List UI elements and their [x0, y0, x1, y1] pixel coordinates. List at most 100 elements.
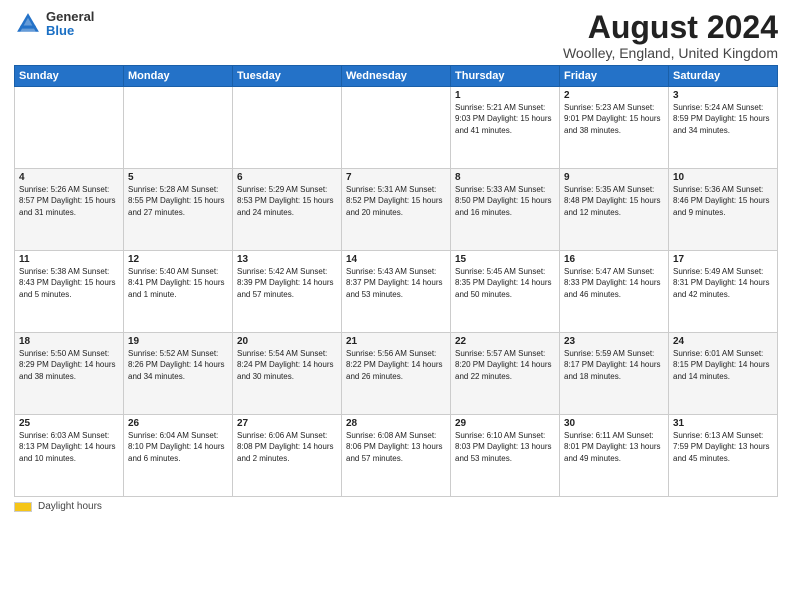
calendar-row-2: 11Sunrise: 5:38 AM Sunset: 8:43 PM Dayli…: [15, 251, 778, 333]
day-info: Sunrise: 5:36 AM Sunset: 8:46 PM Dayligh…: [673, 184, 773, 218]
calendar-cell: 18Sunrise: 5:50 AM Sunset: 8:29 PM Dayli…: [15, 333, 124, 415]
calendar-cell: [342, 87, 451, 169]
day-info: Sunrise: 5:29 AM Sunset: 8:53 PM Dayligh…: [237, 184, 337, 218]
day-info: Sunrise: 6:03 AM Sunset: 8:13 PM Dayligh…: [19, 430, 119, 464]
day-number: 14: [346, 254, 446, 265]
calendar-cell: [124, 87, 233, 169]
logo-blue: Blue: [46, 24, 94, 38]
calendar-cell: 25Sunrise: 6:03 AM Sunset: 8:13 PM Dayli…: [15, 415, 124, 497]
day-info: Sunrise: 6:13 AM Sunset: 7:59 PM Dayligh…: [673, 430, 773, 464]
day-number: 24: [673, 336, 773, 347]
day-header-thursday: Thursday: [451, 66, 560, 87]
day-number: 26: [128, 418, 228, 429]
day-info: Sunrise: 6:08 AM Sunset: 8:06 PM Dayligh…: [346, 430, 446, 464]
day-number: 16: [564, 254, 664, 265]
day-number: 3: [673, 90, 773, 101]
calendar-cell: 31Sunrise: 6:13 AM Sunset: 7:59 PM Dayli…: [669, 415, 778, 497]
daylight-label: Daylight hours: [38, 501, 102, 512]
day-number: 18: [19, 336, 119, 347]
calendar-cell: 4Sunrise: 5:26 AM Sunset: 8:57 PM Daylig…: [15, 169, 124, 251]
calendar-cell: 12Sunrise: 5:40 AM Sunset: 8:41 PM Dayli…: [124, 251, 233, 333]
day-number: 10: [673, 172, 773, 183]
day-header-sunday: Sunday: [15, 66, 124, 87]
calendar-row-1: 4Sunrise: 5:26 AM Sunset: 8:57 PM Daylig…: [15, 169, 778, 251]
day-info: Sunrise: 5:28 AM Sunset: 8:55 PM Dayligh…: [128, 184, 228, 218]
day-info: Sunrise: 5:52 AM Sunset: 8:26 PM Dayligh…: [128, 348, 228, 382]
page: General Blue August 2024 Woolley, Englan…: [0, 0, 792, 612]
day-number: 31: [673, 418, 773, 429]
calendar-cell: [233, 87, 342, 169]
calendar-row-4: 25Sunrise: 6:03 AM Sunset: 8:13 PM Dayli…: [15, 415, 778, 497]
day-info: Sunrise: 6:06 AM Sunset: 8:08 PM Dayligh…: [237, 430, 337, 464]
day-header-wednesday: Wednesday: [342, 66, 451, 87]
day-info: Sunrise: 5:56 AM Sunset: 8:22 PM Dayligh…: [346, 348, 446, 382]
calendar-cell: 21Sunrise: 5:56 AM Sunset: 8:22 PM Dayli…: [342, 333, 451, 415]
day-number: 25: [19, 418, 119, 429]
day-number: 7: [346, 172, 446, 183]
logo: General Blue: [14, 10, 94, 39]
day-info: Sunrise: 5:31 AM Sunset: 8:52 PM Dayligh…: [346, 184, 446, 218]
calendar-cell: 28Sunrise: 6:08 AM Sunset: 8:06 PM Dayli…: [342, 415, 451, 497]
day-number: 8: [455, 172, 555, 183]
day-number: 19: [128, 336, 228, 347]
calendar-row-3: 18Sunrise: 5:50 AM Sunset: 8:29 PM Dayli…: [15, 333, 778, 415]
day-number: 30: [564, 418, 664, 429]
day-number: 28: [346, 418, 446, 429]
day-header-friday: Friday: [560, 66, 669, 87]
day-number: 29: [455, 418, 555, 429]
calendar-cell: 3Sunrise: 5:24 AM Sunset: 8:59 PM Daylig…: [669, 87, 778, 169]
day-header-monday: Monday: [124, 66, 233, 87]
day-info: Sunrise: 6:10 AM Sunset: 8:03 PM Dayligh…: [455, 430, 555, 464]
logo-icon: [14, 10, 42, 38]
day-number: 2: [564, 90, 664, 101]
calendar-cell: 9Sunrise: 5:35 AM Sunset: 8:48 PM Daylig…: [560, 169, 669, 251]
calendar-cell: 6Sunrise: 5:29 AM Sunset: 8:53 PM Daylig…: [233, 169, 342, 251]
day-number: 15: [455, 254, 555, 265]
subtitle: Woolley, England, United Kingdom: [563, 45, 778, 61]
calendar-cell: 2Sunrise: 5:23 AM Sunset: 9:01 PM Daylig…: [560, 87, 669, 169]
day-header-tuesday: Tuesday: [233, 66, 342, 87]
footer: Daylight hours: [14, 501, 778, 512]
day-number: 21: [346, 336, 446, 347]
calendar-table: SundayMondayTuesdayWednesdayThursdayFrid…: [14, 65, 778, 497]
title-section: August 2024 Woolley, England, United Kin…: [563, 10, 778, 61]
calendar-cell: 29Sunrise: 6:10 AM Sunset: 8:03 PM Dayli…: [451, 415, 560, 497]
day-info: Sunrise: 6:04 AM Sunset: 8:10 PM Dayligh…: [128, 430, 228, 464]
day-number: 17: [673, 254, 773, 265]
day-info: Sunrise: 6:01 AM Sunset: 8:15 PM Dayligh…: [673, 348, 773, 382]
calendar-cell: 13Sunrise: 5:42 AM Sunset: 8:39 PM Dayli…: [233, 251, 342, 333]
day-info: Sunrise: 5:21 AM Sunset: 9:03 PM Dayligh…: [455, 102, 555, 136]
calendar-row-0: 1Sunrise: 5:21 AM Sunset: 9:03 PM Daylig…: [15, 87, 778, 169]
day-info: Sunrise: 5:23 AM Sunset: 9:01 PM Dayligh…: [564, 102, 664, 136]
day-number: 13: [237, 254, 337, 265]
day-info: Sunrise: 5:47 AM Sunset: 8:33 PM Dayligh…: [564, 266, 664, 300]
calendar-cell: 1Sunrise: 5:21 AM Sunset: 9:03 PM Daylig…: [451, 87, 560, 169]
day-info: Sunrise: 5:38 AM Sunset: 8:43 PM Dayligh…: [19, 266, 119, 300]
calendar-cell: 5Sunrise: 5:28 AM Sunset: 8:55 PM Daylig…: [124, 169, 233, 251]
calendar-cell: 8Sunrise: 5:33 AM Sunset: 8:50 PM Daylig…: [451, 169, 560, 251]
day-info: Sunrise: 5:50 AM Sunset: 8:29 PM Dayligh…: [19, 348, 119, 382]
calendar-header-row: SundayMondayTuesdayWednesdayThursdayFrid…: [15, 66, 778, 87]
day-info: Sunrise: 6:11 AM Sunset: 8:01 PM Dayligh…: [564, 430, 664, 464]
day-info: Sunrise: 5:33 AM Sunset: 8:50 PM Dayligh…: [455, 184, 555, 218]
daylight-bar-icon: [14, 502, 32, 512]
calendar-cell: 26Sunrise: 6:04 AM Sunset: 8:10 PM Dayli…: [124, 415, 233, 497]
day-number: 11: [19, 254, 119, 265]
main-title: August 2024: [563, 10, 778, 45]
day-number: 1: [455, 90, 555, 101]
day-info: Sunrise: 5:35 AM Sunset: 8:48 PM Dayligh…: [564, 184, 664, 218]
day-number: 23: [564, 336, 664, 347]
top-section: General Blue August 2024 Woolley, Englan…: [14, 10, 778, 61]
day-info: Sunrise: 5:40 AM Sunset: 8:41 PM Dayligh…: [128, 266, 228, 300]
logo-text: General Blue: [46, 10, 94, 39]
day-number: 20: [237, 336, 337, 347]
day-info: Sunrise: 5:43 AM Sunset: 8:37 PM Dayligh…: [346, 266, 446, 300]
day-info: Sunrise: 5:45 AM Sunset: 8:35 PM Dayligh…: [455, 266, 555, 300]
calendar-cell: 27Sunrise: 6:06 AM Sunset: 8:08 PM Dayli…: [233, 415, 342, 497]
day-number: 4: [19, 172, 119, 183]
day-info: Sunrise: 5:49 AM Sunset: 8:31 PM Dayligh…: [673, 266, 773, 300]
day-info: Sunrise: 5:42 AM Sunset: 8:39 PM Dayligh…: [237, 266, 337, 300]
calendar-cell: 19Sunrise: 5:52 AM Sunset: 8:26 PM Dayli…: [124, 333, 233, 415]
day-number: 22: [455, 336, 555, 347]
day-number: 5: [128, 172, 228, 183]
